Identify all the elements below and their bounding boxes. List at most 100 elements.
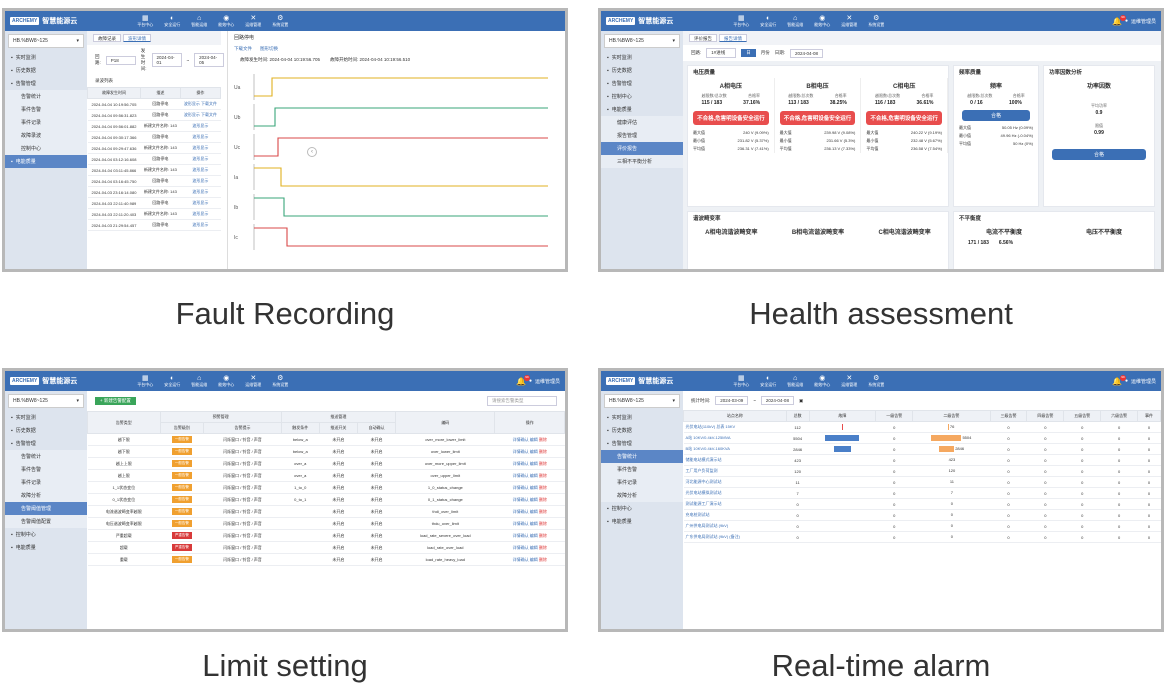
push-switch[interactable]: 未开启: [319, 493, 358, 506]
nav-item[interactable]: ⚙ 系统设置: [868, 15, 884, 27]
auto-confirm[interactable]: 未开启: [357, 517, 396, 530]
confirm-link[interactable]: 详情确认: [513, 557, 529, 562]
sidebar-item[interactable]: ▪ 历史数据: [601, 424, 683, 437]
sidebar-item[interactable]: 故障分析: [601, 489, 683, 502]
nav-item[interactable]: ⚙ 系统设置: [868, 375, 884, 387]
push-switch[interactable]: 未开启: [319, 505, 358, 518]
delete-link[interactable]: 删除: [539, 557, 547, 562]
site-selector[interactable]: HB.%BW8~125 ▾: [604, 34, 680, 48]
tab[interactable]: 故障记录: [93, 34, 121, 42]
sidebar-item[interactable]: 控制中心: [5, 142, 87, 155]
collapse-icon[interactable]: ‹: [307, 147, 317, 157]
sidebar-item[interactable]: ▪ 电能质量: [601, 103, 683, 116]
edit-link[interactable]: 编辑: [530, 437, 538, 442]
show-waveform-link[interactable]: 波形显示: [192, 189, 208, 194]
delete-link[interactable]: 删除: [539, 437, 547, 442]
nav-item[interactable]: ◐ 安全运行: [164, 15, 180, 27]
sidebar-item[interactable]: ▪ 实时监测: [601, 411, 683, 424]
sidebar-item[interactable]: 事件告警: [601, 463, 683, 476]
bell-icon[interactable]: 🔔 99: [1112, 14, 1126, 26]
nav-item[interactable]: ⌂ 智能运维: [191, 375, 207, 387]
sidebar-item[interactable]: ▪ 电能质量: [5, 155, 87, 168]
auto-confirm[interactable]: 未开启: [357, 433, 396, 446]
confirm-link[interactable]: 详情确认: [513, 437, 529, 442]
nav-item[interactable]: ⌂ 智能运维: [787, 375, 803, 387]
site-link[interactable]: 光伏电站(110kV) 总表 15KV: [686, 424, 736, 429]
push-switch[interactable]: 未开启: [319, 481, 358, 494]
push-switch[interactable]: 未开启: [319, 457, 358, 470]
auto-confirm[interactable]: 未开启: [357, 493, 396, 506]
tab[interactable]: 评价报告: [689, 34, 717, 42]
site-selector[interactable]: HB.%BW8~125 ▾: [604, 394, 680, 408]
confirm-link[interactable]: 详情确认: [513, 449, 529, 454]
sidebar-item[interactable]: ▪ 实时监测: [601, 51, 683, 64]
delete-link[interactable]: 删除: [539, 473, 547, 478]
nav-item[interactable]: ✕ 运维管理: [245, 375, 261, 387]
tab[interactable]: 波形详情: [123, 34, 151, 42]
sidebar-item[interactable]: ▪ 控制中心: [601, 502, 683, 515]
search-input[interactable]: 请搜索告警类型: [487, 396, 557, 406]
user-area[interactable]: 🔔 99 ● 运维管理员: [1112, 14, 1156, 26]
site-link[interactable]: 河北能源中心测试站: [686, 479, 722, 484]
auto-confirm[interactable]: 未开启: [357, 529, 396, 542]
show-waveform-link[interactable]: 波形显示: [192, 211, 208, 216]
sidebar-item[interactable]: ▪ 电能质量: [5, 541, 87, 554]
site-link[interactable]: 广州供电局测试站 (9kV): [686, 523, 729, 528]
push-switch[interactable]: 未开启: [319, 541, 358, 554]
show-waveform-link[interactable]: 波形显示: [192, 145, 208, 150]
switch-graph-link[interactable]: 图形切换: [260, 46, 278, 52]
nav-item[interactable]: ◐ 安全运行: [760, 375, 776, 387]
auto-confirm[interactable]: 未开启: [357, 469, 396, 482]
nav-item[interactable]: ✕ 运维管理: [841, 375, 857, 387]
date-input[interactable]: 2024-04-08: [790, 48, 824, 58]
bell-icon[interactable]: 🔔 99: [516, 374, 530, 386]
nav-item[interactable]: ◐ 安全运行: [760, 15, 776, 27]
site-link[interactable]: A站 10KV/0.4kV-125MVA: [686, 435, 731, 440]
nav-item[interactable]: ▦ 平台中心: [137, 375, 153, 387]
show-waveform-link[interactable]: 波形显示: [192, 222, 208, 227]
sidebar-item[interactable]: 事件记录: [5, 116, 87, 129]
show-waveform-link[interactable]: 波形显示: [192, 178, 208, 183]
show-waveform-link[interactable]: 波形显示: [192, 200, 208, 205]
sidebar-item[interactable]: 事件记录: [601, 476, 683, 489]
push-switch[interactable]: 未开启: [319, 517, 358, 530]
edit-link[interactable]: 编辑: [530, 509, 538, 514]
nav-item[interactable]: ◉ 能效中心: [814, 375, 830, 387]
push-switch[interactable]: 未开启: [319, 445, 358, 458]
show-waveform-link[interactable]: 波形显示: [192, 167, 208, 172]
auto-confirm[interactable]: 未开启: [357, 505, 396, 518]
sidebar-item[interactable]: 告警阈值配置: [5, 515, 87, 528]
download-link[interactable]: 下载文件: [201, 112, 217, 117]
sidebar-item[interactable]: ▪ 历史数据: [601, 64, 683, 77]
sidebar-item[interactable]: ▪ 控制中心: [5, 528, 87, 541]
auto-confirm[interactable]: 未开启: [357, 541, 396, 554]
sidebar-item[interactable]: 告警统计: [5, 450, 87, 463]
site-link[interactable]: 广东供电局测试站 (9kV) (备注): [686, 534, 740, 539]
date-start-input[interactable]: 2024-04-01: [151, 53, 182, 67]
confirm-link[interactable]: 详情确认: [513, 461, 529, 466]
edit-link[interactable]: 编辑: [530, 449, 538, 454]
sidebar-item[interactable]: ▪ 告警管理: [5, 437, 87, 450]
nav-item[interactable]: ◉ 能效中心: [218, 15, 234, 27]
sidebar-item[interactable]: ▪ 实时监测: [5, 411, 87, 424]
download-link[interactable]: 下载文件: [201, 101, 217, 106]
edit-link[interactable]: 编辑: [530, 473, 538, 478]
edit-link[interactable]: 编辑: [530, 521, 538, 526]
push-switch[interactable]: 未开启: [319, 433, 358, 446]
delete-link[interactable]: 删除: [539, 533, 547, 538]
sidebar-item[interactable]: 告警阈值管理: [5, 502, 87, 515]
delete-link[interactable]: 删除: [539, 461, 547, 466]
month-option[interactable]: 月份: [761, 50, 770, 56]
sidebar-item[interactable]: 告警统计: [5, 90, 87, 103]
nav-item[interactable]: ⚙ 系统设置: [272, 375, 288, 387]
sidebar-item[interactable]: ▪ 历史数据: [5, 424, 87, 437]
sidebar-item[interactable]: 健康评估: [601, 116, 683, 129]
edit-link[interactable]: 编辑: [530, 461, 538, 466]
sidebar-item[interactable]: 故障录波: [5, 129, 87, 142]
user-area[interactable]: 🔔 99 ● 运维管理员: [1112, 374, 1156, 386]
show-waveform-link[interactable]: 波形显示: [184, 112, 200, 117]
sidebar-item[interactable]: 三相不平衡分析: [601, 155, 683, 168]
nav-item[interactable]: ▦ 平台中心: [733, 15, 749, 27]
confirm-link[interactable]: 详情确认: [513, 497, 529, 502]
sidebar-item[interactable]: 故障分析: [5, 489, 87, 502]
